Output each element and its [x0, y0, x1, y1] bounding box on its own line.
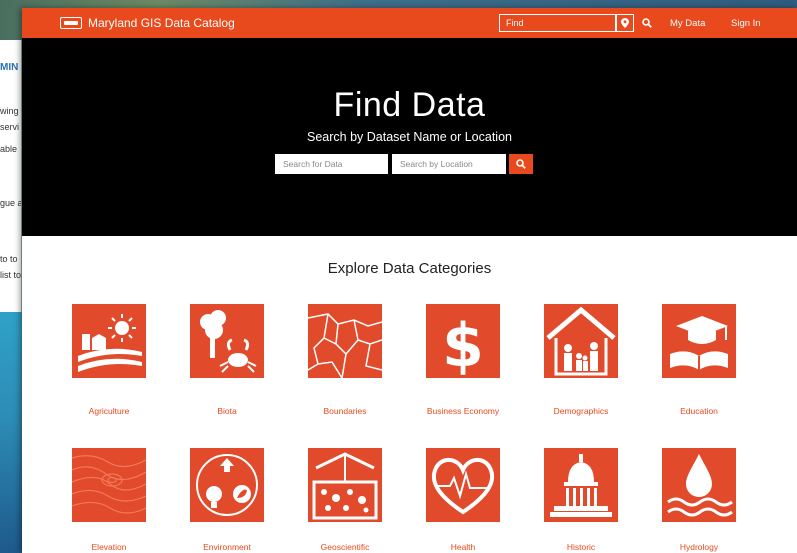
- browser-window: Maryland GIS Data Catalog Find My Data S…: [22, 8, 797, 553]
- location-search-input[interactable]: Search by Location: [392, 154, 506, 174]
- top-search-button[interactable]: [639, 15, 655, 31]
- category-label: Historic: [566, 542, 596, 552]
- geoscience-icon: [308, 448, 382, 522]
- background-text-line: wing: [0, 106, 19, 116]
- contour-icon: [72, 448, 146, 522]
- dollar-icon: $: [426, 304, 500, 378]
- hero-title: Find Data: [333, 86, 486, 124]
- category-label: Environment: [203, 542, 251, 552]
- hero-subtitle: Search by Dataset Name or Location: [307, 130, 512, 144]
- background-window[interactable]: MIN wing servi able gue a to to list to: [0, 40, 22, 312]
- category-label: Health: [450, 542, 476, 552]
- category-label: Hydrology: [679, 542, 719, 552]
- hero-search-button[interactable]: [509, 154, 533, 174]
- maryland-logo-icon: [60, 17, 82, 29]
- category-label: Biota: [217, 406, 237, 416]
- background-window-heading: MIN: [0, 62, 19, 73]
- capitol-icon: [544, 448, 618, 522]
- water-drop-icon: [662, 448, 736, 522]
- background-text-line: gue a: [0, 198, 22, 208]
- background-text-line: to to: [0, 254, 18, 264]
- find-input[interactable]: Find: [499, 14, 616, 32]
- background-text-line: able: [0, 144, 18, 154]
- tree-crab-icon: [190, 304, 264, 378]
- category-label: Elevation: [91, 542, 127, 552]
- brand-link[interactable]: Maryland GIS Data Catalog: [60, 8, 235, 38]
- svg-text:$: $: [442, 311, 484, 378]
- background-text-line: servi: [0, 122, 20, 132]
- sign-in-link[interactable]: Sign In: [731, 8, 761, 38]
- dataset-search-input[interactable]: Search for Data: [275, 154, 388, 174]
- farm-icon: [72, 304, 146, 378]
- family-house-icon: [544, 304, 618, 378]
- category-label: Geoscientific: [320, 542, 370, 552]
- top-navigation-bar: Maryland GIS Data Catalog Find My Data S…: [22, 8, 797, 38]
- category-label: Business Economy: [426, 406, 500, 416]
- search-icon: [642, 18, 652, 28]
- site-title: Maryland GIS Data Catalog: [88, 16, 235, 30]
- hero-section: Find Data Search by Dataset Name or Loca…: [22, 38, 797, 236]
- category-label: Education: [680, 406, 718, 416]
- category-label: Boundaries: [323, 406, 367, 416]
- map-pin-icon: [621, 18, 629, 28]
- category-label: Demographics: [553, 406, 609, 416]
- search-icon: [516, 159, 526, 169]
- my-data-link[interactable]: My Data: [670, 8, 705, 38]
- explore-categories-heading: Explore Data Categories: [327, 260, 492, 277]
- map-boundaries-icon: [308, 304, 382, 378]
- graduation-book-icon: [662, 304, 736, 378]
- background-text-line: list to: [0, 270, 22, 280]
- recycle-bulb-leaf-icon: [190, 448, 264, 522]
- heart-pulse-icon: [426, 448, 500, 522]
- category-label: Agriculture: [88, 406, 130, 416]
- location-pin-button[interactable]: [616, 14, 634, 32]
